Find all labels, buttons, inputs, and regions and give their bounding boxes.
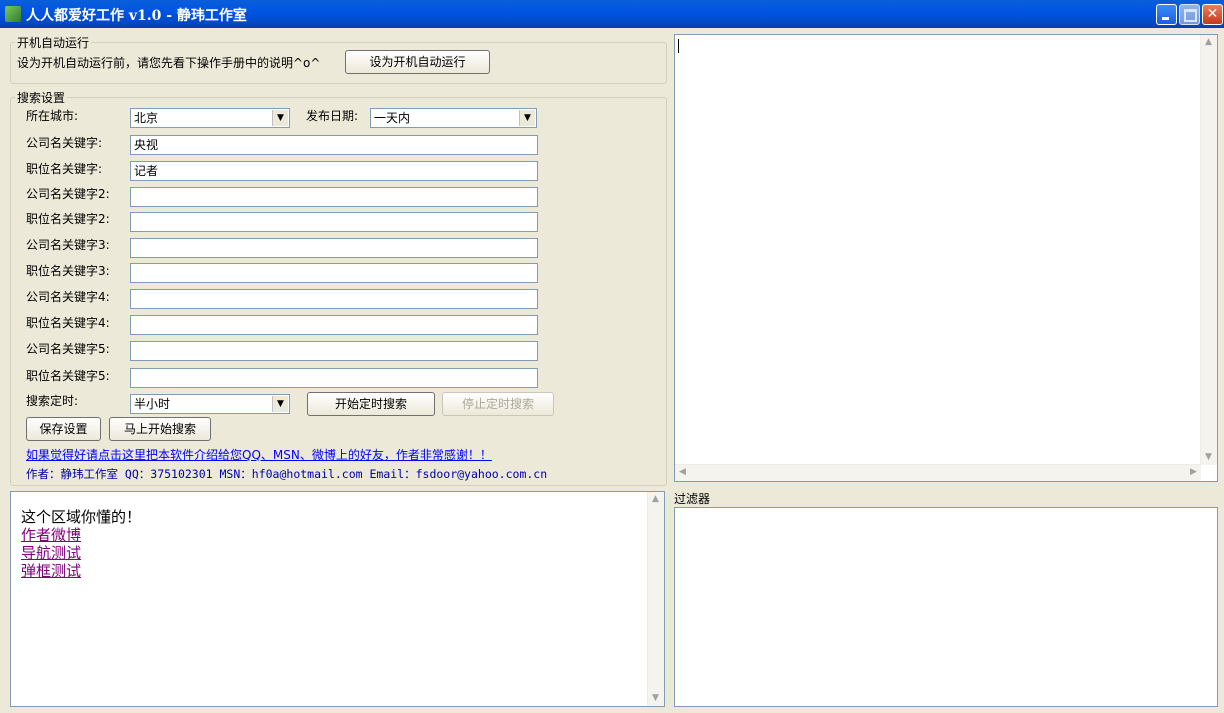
- scroll-up-icon[interactable]: ▲: [1201, 35, 1216, 50]
- company-keyword-input-2[interactable]: [130, 187, 538, 207]
- keyword-label: 公司名关键字4:: [26, 290, 110, 304]
- company-keyword-input[interactable]: 央视: [130, 135, 538, 155]
- keyword-label: 公司名关键字3:: [26, 238, 110, 252]
- keyword-label: 职位名关键字3:: [26, 264, 110, 278]
- set-autostart-button[interactable]: 设为开机自动运行: [345, 50, 490, 74]
- position-keyword-input-3[interactable]: [130, 263, 538, 283]
- keyword-label: 公司名关键字:: [26, 136, 103, 150]
- save-settings-button[interactable]: 保存设置: [26, 417, 101, 441]
- author-info: 作者：静玮工作室 QQ：375102301 MSN：hf0a@hotmail.c…: [26, 467, 548, 481]
- company-keyword-input-5[interactable]: [130, 341, 538, 361]
- position-keyword-input-4[interactable]: [130, 315, 538, 335]
- text-caret: [678, 39, 679, 53]
- maximize-icon: [1184, 9, 1197, 22]
- scroll-down-icon[interactable]: ▼: [1201, 450, 1216, 465]
- app-icon: [5, 6, 21, 22]
- company-keyword-input-4[interactable]: [130, 289, 538, 309]
- date-select[interactable]: 一天内 ▼: [370, 108, 537, 128]
- timer-value: 半小时: [134, 397, 171, 411]
- scroll-down-icon[interactable]: ▼: [648, 691, 663, 706]
- autostart-legend: 开机自动运行: [17, 36, 90, 50]
- city-label: 所在城市:: [26, 109, 79, 123]
- minimize-button[interactable]: [1156, 4, 1177, 25]
- keyword-label: 公司名关键字5:: [26, 342, 110, 356]
- scroll-left-icon[interactable]: ◀: [675, 465, 690, 480]
- share-link[interactable]: 如果觉得好请点击这里把本软件介绍给您QQ、MSN、微博上的好友，作者非常感谢！！: [26, 446, 492, 463]
- date-value: 一天内: [374, 111, 411, 125]
- minimize-icon: [1162, 17, 1169, 20]
- filter-input[interactable]: [674, 507, 1218, 707]
- city-value: 北京: [134, 111, 159, 125]
- filter-label: 过滤器: [674, 492, 711, 506]
- log-horizontal-scrollbar[interactable]: ◀ ▶: [675, 464, 1201, 481]
- chevron-down-icon[interactable]: ▼: [272, 110, 288, 126]
- popup-test-link[interactable]: 弹框测试: [21, 562, 141, 580]
- timer-select[interactable]: 半小时 ▼: [130, 394, 290, 414]
- scroll-right-icon[interactable]: ▶: [1186, 465, 1201, 480]
- keyword-label: 职位名关键字4:: [26, 316, 110, 330]
- scroll-up-icon[interactable]: ▲: [648, 492, 663, 507]
- author-weibo-link[interactable]: 作者微博: [21, 526, 141, 544]
- log-output-pane[interactable]: ▲ ▼ ◀ ▶: [674, 34, 1218, 482]
- city-select[interactable]: 北京 ▼: [130, 108, 290, 128]
- title-bar[interactable]: 人人都爱好工作 v1.0 - 静玮工作室 ✕: [0, 0, 1224, 28]
- html-content: 这个区域你懂的！ 作者微博 导航测试 弹框测试: [21, 508, 141, 580]
- stop-timer-button[interactable]: 停止定时搜索: [442, 392, 554, 416]
- window-title: 人人都爱好工作 v1.0 - 静玮工作室: [26, 8, 247, 24]
- timer-label: 搜索定时:: [26, 394, 79, 408]
- start-timer-button[interactable]: 开始定时搜索: [307, 392, 435, 416]
- search-now-button[interactable]: 马上开始搜索: [109, 417, 211, 441]
- html-panel[interactable]: 这个区域你懂的！ 作者微博 导航测试 弹框测试 ▲ ▼: [10, 491, 665, 707]
- company-keyword-input-3[interactable]: [130, 238, 538, 258]
- close-icon: ✕: [1206, 6, 1219, 22]
- keyword-label: 职位名关键字2:: [26, 212, 110, 226]
- keyword-label: 职位名关键字5:: [26, 369, 110, 383]
- nav-test-link[interactable]: 导航测试: [21, 544, 141, 562]
- keyword-label: 职位名关键字:: [26, 162, 103, 176]
- chevron-down-icon[interactable]: ▼: [519, 110, 535, 126]
- maximize-button[interactable]: [1179, 4, 1200, 25]
- search-settings-legend: 搜索设置: [17, 91, 66, 105]
- position-keyword-input-5[interactable]: [130, 368, 538, 388]
- keyword-label: 公司名关键字2:: [26, 187, 110, 201]
- date-label: 发布日期:: [306, 109, 359, 123]
- close-button[interactable]: ✕: [1202, 4, 1223, 25]
- log-vertical-scrollbar[interactable]: ▲ ▼: [1200, 35, 1217, 465]
- position-keyword-input-2[interactable]: [130, 212, 538, 232]
- html-heading: 这个区域你懂的！: [21, 508, 142, 526]
- html-vertical-scrollbar[interactable]: ▲ ▼: [647, 492, 664, 706]
- position-keyword-input[interactable]: 记者: [130, 161, 538, 181]
- chevron-down-icon[interactable]: ▼: [272, 396, 288, 412]
- autostart-note: 设为开机自动运行前，请您先看下操作手册中的说明^o^: [17, 56, 321, 70]
